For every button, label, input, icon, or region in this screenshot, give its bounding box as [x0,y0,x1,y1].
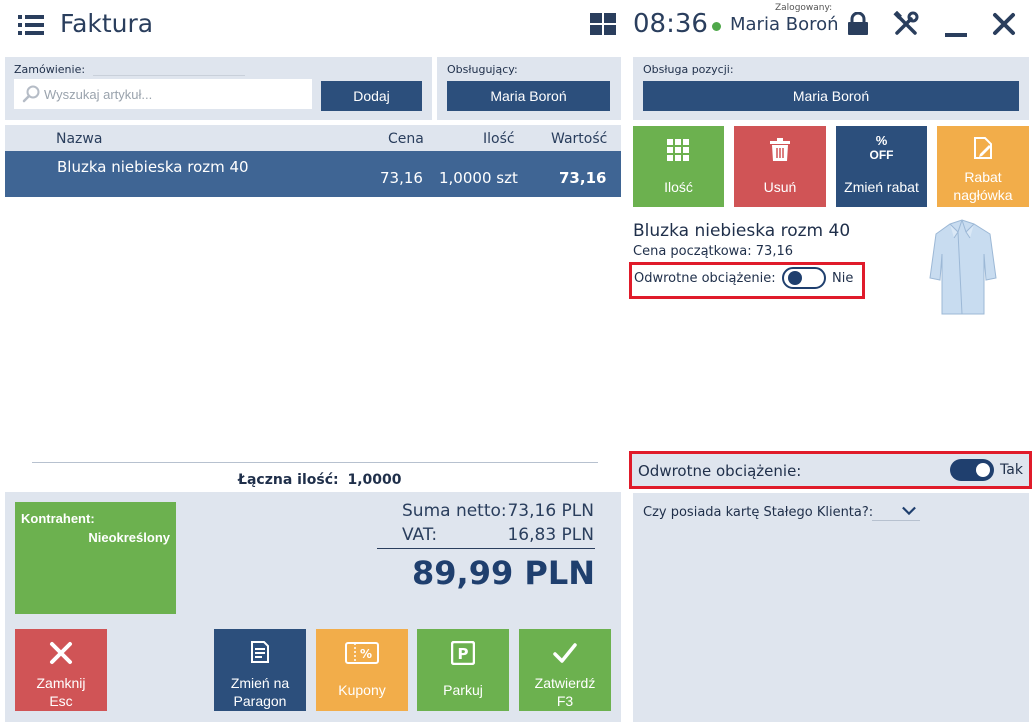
header-discount-label-1: Rabat [964,169,1002,185]
row-item-qty: 1,0000 szt [439,169,518,187]
coupons-label: Kupony [338,682,386,698]
gross-total: 89,99 PLN [412,554,595,592]
table-footer-divider [32,462,598,463]
net-value: 73,16 PLN [507,501,594,521]
svg-text:P: P [458,645,469,663]
table-header: Nazwa Cena Ilość Wartość [5,125,621,151]
item-detail-name: Bluzka niebieska rozm 40 [633,221,851,241]
document-reverse-charge-label: Odwrotne obciążenie: [638,462,802,480]
discount-icon-bottom: OFF [869,148,894,162]
header-discount-label-2: nagłówka [953,187,1013,203]
logged-in-label: Zalogowany: [775,3,833,13]
to-receipt-label-2: Paragon [233,693,287,709]
layout-grid-icon[interactable] [590,13,616,35]
confirm-key-label: F3 [556,693,574,709]
vat-value: 16,83 PLN [507,525,594,545]
close-label: Zamknij [36,675,86,691]
order-label-underline [93,75,245,76]
tools-icon[interactable] [893,11,919,37]
parking-icon: P [451,641,475,665]
delete-label: Usuń [763,179,797,195]
search-input[interactable] [44,80,304,108]
confirm-label: Zatwierdź [534,675,596,691]
search-icon [22,85,40,103]
discount-icon: % OFF [836,133,927,163]
park-label: Parkuj [443,682,483,698]
document-attributes-panel [633,493,1029,722]
row-item-value: 73,16 [559,169,607,187]
search-field[interactable] [14,79,312,109]
to-receipt-label-1: Zmień na [230,675,290,691]
delete-button[interactable]: Usuń [734,126,826,207]
minimize-icon[interactable] [945,12,967,38]
svg-text:%: % [360,647,372,661]
item-reverse-charge-value: Nie [832,271,854,286]
chevron-down-icon [902,506,916,516]
menu-icon[interactable] [18,14,44,36]
total-qty: Łączna ilość: 1,0000 [238,472,402,488]
product-image [929,219,997,315]
vat-label: VAT: [402,525,438,545]
row-item-price: 73,16 [380,169,423,187]
coupons-button[interactable]: % Kupony [316,629,408,711]
column-header-name[interactable]: Nazwa [56,131,102,147]
discount-icon-top: % [875,133,888,148]
checkmark-icon [553,643,577,663]
trash-icon [770,138,790,161]
total-qty-label: Łączna ilość: [238,472,339,488]
operator-select-button[interactable]: Maria Boroń [447,81,610,111]
page-title: Faktura [60,9,154,38]
total-qty-value: 1,0000 [347,472,402,488]
operator-label: Obsługujący: [447,63,518,76]
column-header-qty[interactable]: Ilość [483,131,515,147]
order-panel: Zamówienie: Dodaj [5,57,432,120]
keypad-icon [667,139,689,161]
customer-label: Kontrahent: [21,511,95,526]
document-reverse-charge-value: Tak [1000,462,1023,478]
order-label: Zamówienie: [14,63,86,76]
toggle-knob [976,463,990,477]
discount-label: Zmień rabat [844,179,919,195]
clock: 08:36 [633,9,708,39]
toggle-knob [788,271,802,285]
receipt-icon [251,641,269,663]
net-label: Suma netto: [402,501,507,521]
document-reverse-charge-toggle[interactable] [950,459,994,481]
position-operator-panel: Obsługa pozycji: Maria Boroń [633,57,1029,120]
operator-panel: Obsługujący: Maria Boroń [437,57,621,120]
position-label: Obsługa pozycji: [643,63,734,76]
customer-value: Nieokreślony [88,530,170,545]
table-row[interactable]: Bluzka niebieska rozm 40 73,16 1,0000 sz… [5,151,621,197]
change-discount-button[interactable]: % OFF Zmień rabat [836,126,927,207]
position-operator-button[interactable]: Maria Boroń [643,81,1019,111]
add-button[interactable]: Dodaj [321,81,422,111]
logged-user-name[interactable]: Maria Boroń [730,14,839,35]
item-reverse-charge-toggle[interactable] [782,267,826,289]
online-status-icon [712,22,721,31]
change-to-receipt-button[interactable]: Zmień na Paragon [214,629,306,711]
coupon-icon: % [345,642,379,664]
lock-icon[interactable] [846,12,870,36]
confirm-button[interactable]: Zatwierdź F3 [519,629,611,711]
quantity-label: Ilość [664,179,693,195]
summary-panel: Kontrahent: Nieokreślony Suma netto: 73,… [5,492,621,722]
customer-tile[interactable]: Kontrahent: Nieokreślony [15,502,176,614]
row-item-name: Bluzka niebieska rozm 40 [57,158,249,176]
loyalty-card-label: Czy posiada kartę Stałego Klienta?: [643,505,874,520]
park-button[interactable]: P Parkuj [417,629,509,711]
close-x-icon [50,642,72,664]
edit-document-icon [974,137,992,159]
item-reverse-charge-label: Odwrotne obciążenie: [634,271,776,286]
quantity-button[interactable]: Ilość [633,126,724,207]
close-key-label: Esc [49,693,73,709]
close-document-button[interactable]: Zamknij Esc [15,629,107,711]
header: Faktura 08:36 Zalogowany: Maria Boroń [0,0,1035,52]
column-header-price[interactable]: Cena [388,131,424,147]
item-initial-price: Cena początkowa: 73,16 [633,244,793,259]
totals-divider [377,548,595,549]
column-header-value[interactable]: Wartość [551,131,607,147]
loyalty-card-select[interactable] [872,503,920,521]
close-icon[interactable] [992,12,1016,36]
header-discount-button[interactable]: Rabat nagłówka [937,126,1029,207]
